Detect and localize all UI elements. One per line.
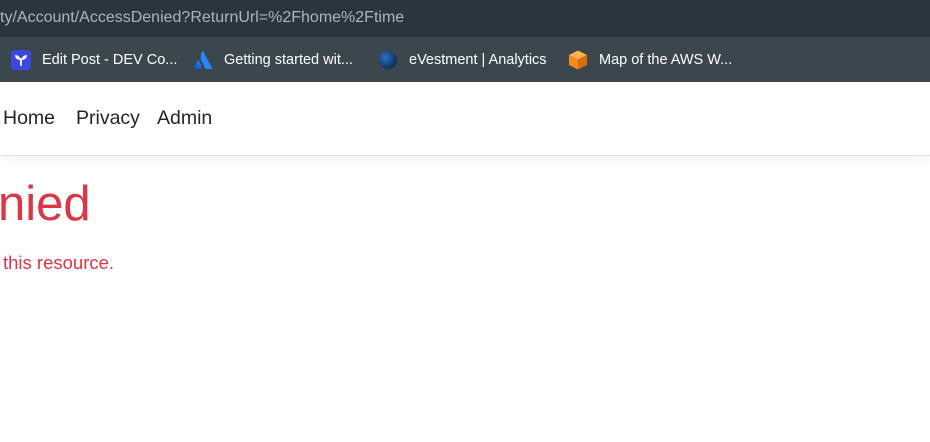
bookmark-dev-community[interactable]: Edit Post - DEV Co... — [10, 49, 177, 71]
bookmark-aws-map[interactable]: Map of the AWS W... — [567, 49, 732, 71]
nav-link-admin[interactable]: Admin — [157, 107, 212, 130]
nav-link-home[interactable]: Home — [3, 107, 55, 130]
aws-cube-icon — [567, 49, 589, 71]
address-bar[interactable]: ty/Account/AccessDenied?ReturnUrl=%2Fhom… — [0, 0, 930, 37]
page-title: nied — [0, 177, 91, 231]
bookmark-label: Edit Post - DEV Co... — [42, 52, 178, 68]
bookmark-atlassian[interactable]: Getting started wit... — [192, 49, 353, 71]
address-url[interactable]: ty/Account/AccessDenied?ReturnUrl=%2Fhom… — [0, 9, 404, 27]
access-denied-message: this resource. — [3, 252, 115, 273]
site-navbar: Home Privacy Admin — [0, 82, 930, 156]
nav-link-privacy[interactable]: Privacy — [76, 107, 140, 130]
evestment-globe-icon — [377, 49, 399, 71]
dev-community-icon — [10, 49, 32, 71]
bookmark-evestment[interactable]: eVestment | Analytics — [377, 49, 547, 71]
atlassian-icon — [192, 49, 214, 71]
bookmark-label: Map of the AWS W... — [599, 52, 733, 68]
bookmark-label: eVestment | Analytics — [409, 52, 547, 68]
bookmark-label: Getting started wit... — [224, 52, 353, 68]
bookmarks-bar: Edit Post - DEV Co... Getting started wi… — [0, 37, 930, 82]
browser-chrome: ty/Account/AccessDenied?ReturnUrl=%2Fhom… — [0, 0, 930, 82]
